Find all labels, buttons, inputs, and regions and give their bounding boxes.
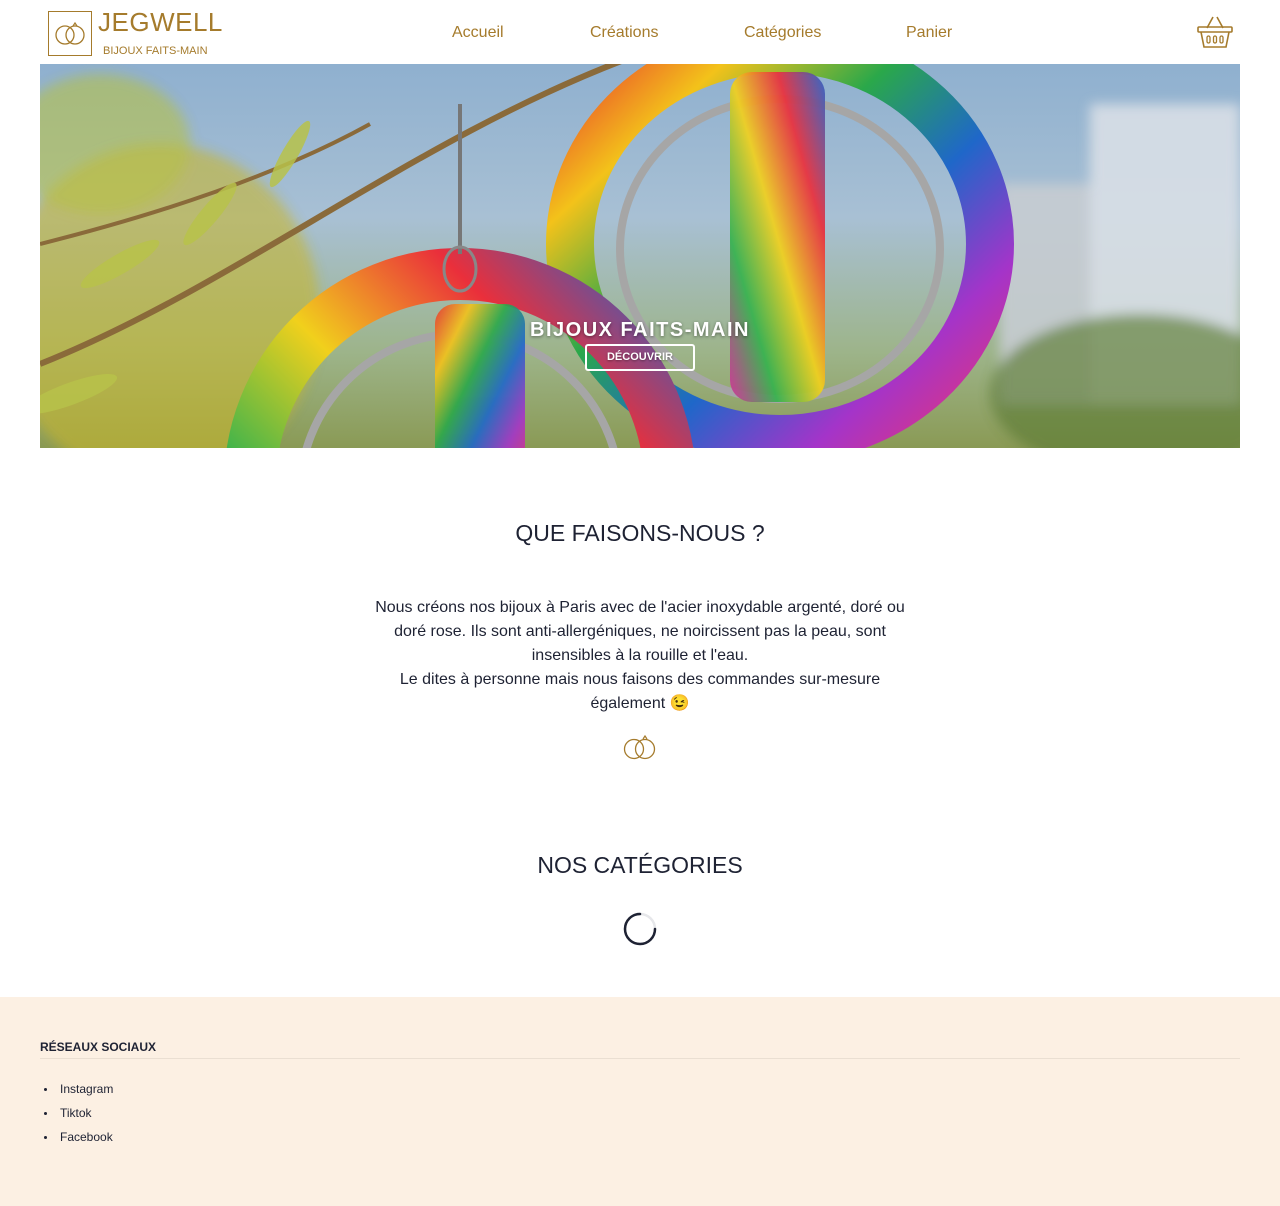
hero-image <box>40 64 1240 448</box>
discover-button[interactable]: DÉCOUVRIR <box>585 344 695 371</box>
about-text: Nous créons nos bijoux à Paris avec de l… <box>370 596 910 716</box>
cart-button[interactable] <box>1196 14 1234 50</box>
tiktok-link[interactable]: Tiktok <box>60 1106 92 1120</box>
nav-panier[interactable]: Panier <box>906 22 952 44</box>
list-item: Tiktok <box>40 1101 113 1125</box>
list-item: Facebook <box>40 1125 113 1149</box>
main-nav: Accueil Créations Catégories Panier <box>0 22 1280 44</box>
facebook-link[interactable]: Facebook <box>60 1130 113 1144</box>
site-header: JEGWELL BIJOUX FAITS-MAIN Accueil Créati… <box>0 0 1280 64</box>
categories-title: NOS CATÉGORIES <box>537 852 743 878</box>
about-paragraph-2: Le dites à personne mais nous faisons de… <box>399 671 881 712</box>
instagram-link[interactable]: Instagram <box>60 1082 113 1096</box>
spinner-icon <box>622 911 658 952</box>
hero-banner: BIJOUX FAITS-MAIN DÉCOUVRIR <box>40 64 1240 448</box>
footer-divider <box>40 1058 1240 1059</box>
list-item: Instagram <box>40 1077 113 1101</box>
social-links: Instagram Tiktok Facebook <box>40 1077 113 1149</box>
shopping-basket-icon <box>1197 16 1233 48</box>
footer-title: RÉSEAUX SOCIAUX <box>40 1040 157 1054</box>
nav-accueil[interactable]: Accueil <box>452 22 504 44</box>
about-paragraph-1: Nous créons nos bijoux à Paris avec de l… <box>375 599 905 664</box>
site-footer: RÉSEAUX SOCIAUX Instagram Tiktok Faceboo… <box>0 997 1280 1206</box>
hero-title: BIJOUX FAITS-MAIN <box>530 319 750 341</box>
wedding-rings-icon <box>622 734 658 767</box>
nav-categories[interactable]: Catégories <box>744 22 821 44</box>
about-title: QUE FAISONS-NOUS ? <box>515 520 765 546</box>
brand-tagline: BIJOUX FAITS-MAIN <box>103 45 208 57</box>
nav-creations[interactable]: Créations <box>590 22 658 44</box>
